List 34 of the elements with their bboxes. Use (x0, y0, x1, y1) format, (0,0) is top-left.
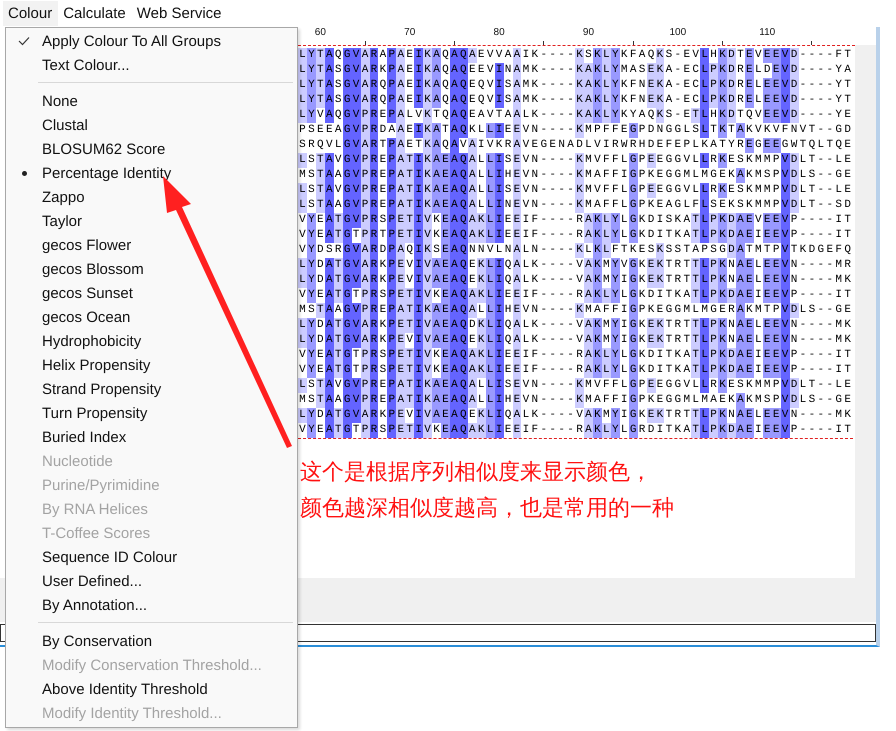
menu-item[interactable]: Zappo (6, 185, 297, 209)
menu-item[interactable]: Strand Propensity (6, 377, 297, 401)
scroll-bar[interactable] (855, 45, 876, 578)
menu-bar-item[interactable]: Web Service (132, 1, 228, 26)
ruler-number: 70 (404, 27, 416, 40)
menu-item[interactable]: gecos Ocean (6, 305, 297, 329)
menu-item[interactable]: Apply Colour To All Groups (6, 29, 297, 53)
menu-item[interactable]: User Defined... (6, 569, 297, 593)
ruler-number: 90 (582, 27, 594, 40)
menu-item[interactable]: BLOSUM62 Score (6, 137, 297, 161)
annotation-text: 颜色越深相似度越高，也是常用的一种 (300, 495, 674, 523)
menu-item[interactable]: Turn Propensity (6, 401, 297, 425)
menu-item[interactable]: gecos Sunset (6, 281, 297, 305)
ruler-number: 110 (759, 27, 776, 40)
menu-item[interactable]: None (6, 89, 297, 113)
annotation-text: 这个是根据序列相似度来显示颜色， (300, 459, 653, 487)
ruler-number: 60 (314, 27, 326, 40)
menu-item[interactable]: Percentage Identity (6, 161, 297, 185)
menu-item[interactable]: gecos Blossom (6, 257, 297, 281)
menu-item[interactable]: Buried Index (6, 425, 297, 449)
menu-item[interactable]: gecos Flower (6, 233, 297, 257)
menu-bar-item[interactable]: Colour (3, 1, 58, 26)
menu-item[interactable]: Hydrophobicity (6, 329, 297, 353)
menu-item[interactable]: Taylor (6, 209, 297, 233)
ruler-number: 80 (494, 27, 505, 40)
ruler-number: 100 (670, 27, 686, 40)
menu-item[interactable]: By Annotation... (6, 593, 297, 617)
menu-item[interactable]: By Conservation (6, 629, 297, 653)
menu-item[interactable]: Above Identity Threshold (6, 677, 297, 701)
menu-bar-item[interactable]: Calculate (58, 1, 132, 26)
menu-item[interactable]: Clustal (6, 113, 297, 137)
menu-item[interactable]: Text Colour... (6, 53, 297, 77)
menu-item[interactable]: Sequence ID Colour (6, 545, 297, 569)
menu-item[interactable]: Helix Propensity (6, 353, 297, 377)
